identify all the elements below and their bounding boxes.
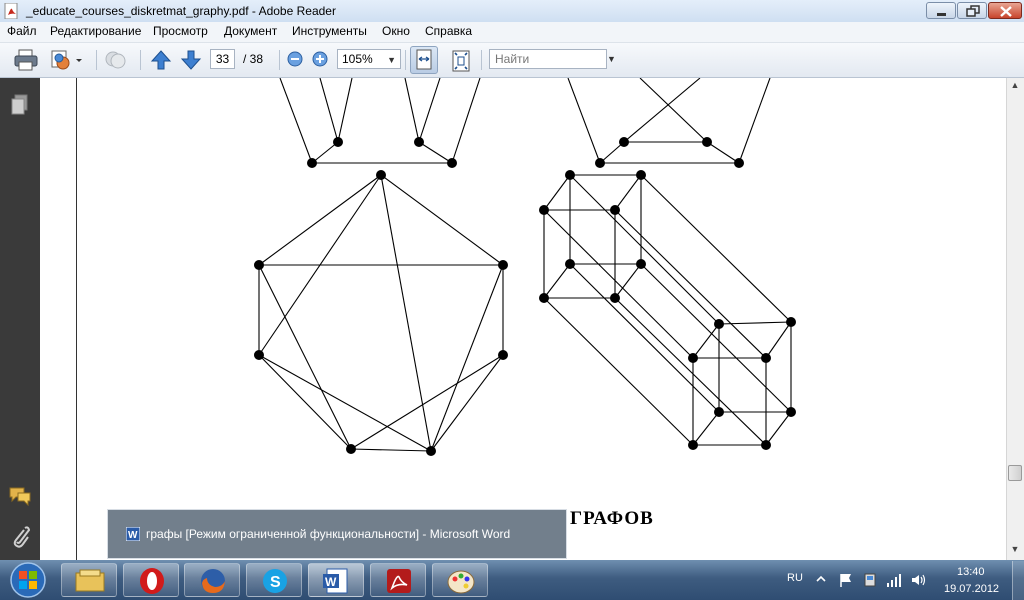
- comments-panel-icon[interactable]: [8, 486, 32, 506]
- document-heading: ГРАФОВ: [570, 508, 654, 529]
- share-icon: [51, 50, 82, 70]
- search-input[interactable]: Найти: [489, 49, 607, 69]
- zoom-out-button[interactable]: [286, 50, 304, 74]
- language-indicator[interactable]: RU: [787, 572, 803, 584]
- svg-text:W: W: [128, 530, 138, 541]
- clock-date[interactable]: 19.07.2012: [944, 583, 999, 595]
- menu-document[interactable]: Документ: [224, 24, 277, 38]
- taskbar-adobe-reader[interactable]: [370, 563, 426, 597]
- menu-view[interactable]: Просмотр: [153, 24, 208, 38]
- safely-remove-hardware-icon[interactable]: [862, 572, 878, 588]
- scroll-thumb[interactable]: [1008, 465, 1022, 481]
- fit-page-icon: [452, 50, 470, 72]
- share-button[interactable]: [49, 48, 85, 72]
- vertical-scrollbar[interactable]: [1006, 78, 1024, 560]
- attachments-icon[interactable]: [10, 524, 30, 550]
- taskbar-skype[interactable]: S: [246, 563, 302, 597]
- zoom-in-icon: [312, 51, 328, 67]
- page-number-input[interactable]: 33: [210, 49, 235, 69]
- windows-logo-icon: [19, 571, 27, 579]
- paint-palette-icon: [447, 570, 475, 594]
- minimize-icon: [937, 13, 946, 16]
- printer-icon: [14, 49, 38, 71]
- fit-width-icon: [416, 49, 432, 70]
- window-title: _educate_courses_diskretmat_graphy.pdf -…: [26, 4, 336, 18]
- chevron-down-icon: ▼: [387, 55, 396, 65]
- fit-page-button[interactable]: [448, 48, 474, 72]
- adobe-reader-icon: [4, 3, 18, 19]
- zoom-value: 105%: [342, 52, 373, 66]
- page-left-edge: [76, 78, 1006, 560]
- word-icon: W: [126, 527, 140, 541]
- menu-bar: Файл Редактирование Просмотр Документ Ин…: [0, 22, 1024, 43]
- menu-help[interactable]: Справка: [425, 24, 472, 38]
- show-hidden-icons-chevron-icon[interactable]: [815, 572, 827, 586]
- restore-icon: [966, 5, 980, 17]
- zoom-in-button[interactable]: [311, 50, 329, 74]
- close-button[interactable]: [988, 2, 1022, 19]
- svg-text:S: S: [270, 574, 281, 591]
- menu-tools[interactable]: Инструменты: [292, 24, 367, 38]
- firefox-icon: [201, 569, 225, 593]
- comment-disabled-icon: [105, 51, 126, 69]
- page-total: / 38: [243, 52, 264, 66]
- taskbar-word[interactable]: W: [308, 563, 364, 597]
- fit-width-button[interactable]: [410, 46, 438, 74]
- show-desktop-button[interactable]: [1012, 561, 1024, 600]
- comment-button[interactable]: [103, 48, 129, 72]
- taskbar-opera[interactable]: [123, 563, 179, 597]
- menu-window[interactable]: Окно: [382, 24, 410, 38]
- taskbar-popup-title: графы [Режим ограниченной функциональнос…: [146, 527, 511, 541]
- restore-button[interactable]: [957, 2, 987, 19]
- word-icon: W: [323, 568, 348, 594]
- print-button[interactable]: [13, 48, 39, 72]
- opera-icon: [140, 568, 164, 594]
- previous-page-button[interactable]: [150, 48, 172, 72]
- scroll-up-arrow-icon[interactable]: ▲: [1008, 80, 1022, 94]
- zoom-out-icon: [287, 51, 303, 67]
- adobe-reader-icon: [387, 569, 411, 593]
- taskbar-firefox[interactable]: [184, 563, 240, 597]
- minimize-button[interactable]: [926, 2, 956, 19]
- volume-icon[interactable]: [910, 572, 926, 588]
- clock-time[interactable]: 13:40: [957, 566, 985, 578]
- network-signal-icon[interactable]: [886, 572, 902, 588]
- scroll-down-arrow-icon[interactable]: ▼: [1008, 544, 1022, 558]
- search-options-chevron-icon[interactable]: ▼: [607, 49, 617, 69]
- menu-file[interactable]: Файл: [7, 24, 37, 38]
- svg-text:W: W: [325, 575, 337, 589]
- next-page-button[interactable]: [180, 48, 202, 72]
- taskbar-explorer[interactable]: [61, 563, 117, 597]
- pages-icon[interactable]: [10, 94, 30, 116]
- arrow-up-icon: [150, 50, 172, 70]
- close-icon: [1000, 6, 1012, 17]
- folder-icon: [75, 569, 105, 592]
- arrow-down-icon: [180, 50, 202, 70]
- skype-icon: S: [263, 569, 287, 593]
- action-center-flag-icon[interactable]: [838, 572, 854, 588]
- start-button[interactable]: [2, 561, 54, 599]
- taskbar-paint[interactable]: [432, 563, 488, 597]
- zoom-select[interactable]: 105% ▼: [337, 49, 401, 69]
- menu-edit[interactable]: Редактирование: [50, 24, 141, 38]
